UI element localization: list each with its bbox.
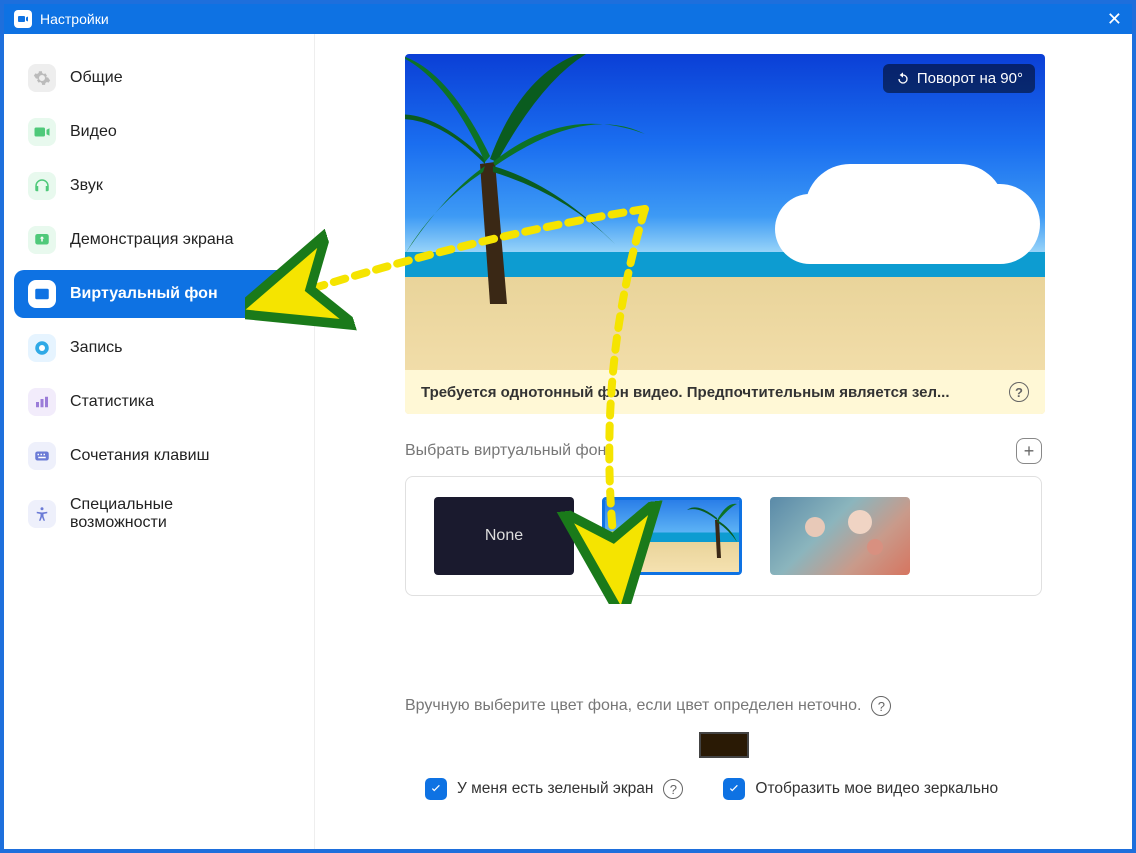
help-icon[interactable]: ? — [871, 696, 891, 716]
color-pick-label: Вручную выберите цвет фона, если цвет оп… — [405, 697, 861, 715]
check-icon — [429, 782, 443, 796]
sidebar-item-general[interactable]: Общие — [14, 54, 304, 102]
main-panel: Поворот на 90° Требуется однотонный фон … — [314, 34, 1132, 849]
check-icon — [727, 782, 741, 796]
video-preview: Поворот на 90° Требуется однотонный фон … — [405, 54, 1045, 414]
sidebar-item-audio[interactable]: Звук — [14, 162, 304, 210]
checkbox-row: У меня есть зеленый экран ? Отобразить м… — [425, 778, 1042, 800]
help-icon[interactable]: ? — [1009, 382, 1029, 402]
green-screen-label: У меня есть зеленый экран — [457, 780, 653, 798]
mirror-checkbox-item: Отобразить мое видео зеркально — [723, 778, 998, 800]
titlebar: Настройки ✕ — [4, 4, 1132, 34]
sidebar-item-video[interactable]: Видео — [14, 108, 304, 156]
color-section: Вручную выберите цвет фона, если цвет оп… — [405, 696, 1042, 800]
share-screen-icon — [28, 226, 56, 254]
stats-icon — [28, 388, 56, 416]
sidebar-item-statistics[interactable]: Статистика — [14, 378, 304, 426]
mirror-label: Отобразить мое видео зеркально — [755, 780, 998, 798]
preview-palm — [405, 54, 665, 304]
gear-icon — [28, 64, 56, 92]
rotate-button-label: Поворот на 90° — [917, 70, 1023, 87]
sidebar-item-recording[interactable]: Запись — [14, 324, 304, 372]
sidebar-item-label: Видео — [70, 123, 117, 141]
add-background-button[interactable]: + — [1016, 438, 1042, 464]
sidebar-item-screenshare[interactable]: Демонстрация экрана — [14, 216, 304, 264]
keyboard-icon — [28, 442, 56, 470]
color-swatch[interactable] — [699, 732, 749, 758]
background-thumbnails: None — [405, 476, 1042, 596]
sidebar-item-label: Виртуальный фон — [70, 285, 218, 303]
warning-bar: Требуется однотонный фон видео. Предпочт… — [405, 370, 1045, 414]
sidebar-item-virtual-background[interactable]: Виртуальный фон — [14, 270, 304, 318]
background-thumb-flowers[interactable] — [770, 497, 910, 575]
sidebar-item-label: Запись — [70, 339, 123, 357]
close-button[interactable]: ✕ — [1107, 10, 1122, 28]
settings-window: Настройки ✕ Общие Видео Звук — [0, 0, 1136, 853]
sidebar-item-label: Звук — [70, 177, 103, 195]
video-icon — [28, 118, 56, 146]
sidebar-item-label: Специальные возможности — [70, 496, 250, 532]
color-pick-label-row: Вручную выберите цвет фона, если цвет оп… — [405, 696, 1042, 716]
thumb-none-label: None — [485, 527, 523, 545]
preview-cloud — [805, 164, 1005, 254]
sidebar-item-label: Сочетания клавиш — [70, 447, 209, 465]
swatch-row — [405, 732, 1042, 758]
sidebar: Общие Видео Звук Демонстрация экрана — [4, 34, 314, 849]
mirror-checkbox[interactable] — [723, 778, 745, 800]
rotate-icon — [895, 71, 911, 87]
backgrounds-title: Выбрать виртуальный фон — [405, 442, 606, 460]
backgrounds-header: Выбрать виртуальный фон + — [405, 438, 1042, 464]
record-icon — [28, 334, 56, 362]
green-screen-checkbox-item: У меня есть зеленый экран ? — [425, 778, 683, 800]
sidebar-item-accessibility[interactable]: Специальные возможности — [14, 486, 304, 542]
sidebar-item-label: Общие — [70, 69, 123, 87]
background-thumb-none[interactable]: None — [434, 497, 574, 575]
titlebar-left: Настройки — [14, 10, 109, 28]
headphones-icon — [28, 172, 56, 200]
warning-text: Требуется однотонный фон видео. Предпочт… — [421, 384, 950, 401]
sidebar-item-shortcuts[interactable]: Сочетания клавиш — [14, 432, 304, 480]
background-thumb-beach[interactable] — [602, 497, 742, 575]
sidebar-item-label: Статистика — [70, 393, 154, 411]
help-icon[interactable]: ? — [663, 779, 683, 799]
background-icon — [28, 280, 56, 308]
sidebar-item-label: Демонстрация экрана — [70, 231, 234, 249]
body: Общие Видео Звук Демонстрация экрана — [4, 34, 1132, 849]
app-icon — [14, 10, 32, 28]
green-screen-checkbox[interactable] — [425, 778, 447, 800]
accessibility-icon — [28, 500, 56, 528]
thumb-flower-shapes — [770, 497, 910, 575]
window-title: Настройки — [40, 11, 109, 27]
rotate-button[interactable]: Поворот на 90° — [883, 64, 1035, 93]
thumb-palm-icon — [687, 498, 737, 558]
